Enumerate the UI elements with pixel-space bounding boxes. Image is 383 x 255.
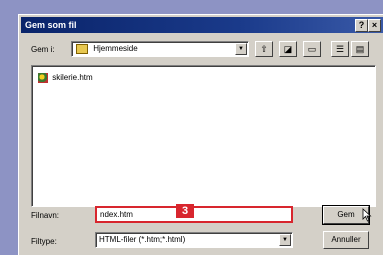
folder-icon <box>76 43 88 54</box>
filename-input[interactable]: ndex.htm <box>95 206 293 223</box>
save-in-dropdown[interactable]: Hjemmeside ▼ <box>71 41 249 57</box>
desktop-button[interactable]: ◪ <box>279 41 297 57</box>
dialog-titlebar: Gem som fil ? × <box>21 17 383 33</box>
up-one-level-button[interactable]: ⇧ <box>255 41 273 57</box>
mouse-pointer-icon <box>362 208 372 222</box>
close-button[interactable]: × <box>368 19 381 32</box>
step-number-badge: 3 <box>176 204 194 218</box>
up-folder-icon: ⇧ <box>260 44 268 54</box>
filetype-dropdown[interactable]: HTML-filer (*.htm;*.html) ▼ <box>95 232 293 248</box>
chevron-down-icon[interactable]: ▼ <box>235 43 247 55</box>
help-button[interactable]: ? <box>355 19 368 32</box>
details-view-icon: ▤ <box>355 44 365 54</box>
dialog-title: Gem som fil <box>25 20 77 30</box>
chevron-down-icon[interactable]: ▼ <box>279 234 291 246</box>
cancel-button-label: Annuller <box>331 235 361 244</box>
desktop-icon: ◪ <box>283 44 293 54</box>
filename-label: Filnavn: <box>31 211 60 220</box>
list-view-icon: ☰ <box>335 44 345 54</box>
details-view-button[interactable]: ▤ <box>351 41 369 57</box>
html-file-icon <box>38 72 48 83</box>
filetype-label: Filtype: <box>31 237 57 246</box>
list-item[interactable]: skilerie.htm <box>38 72 93 84</box>
save-in-label: Gem i: <box>31 45 55 54</box>
list-view-button[interactable]: ☰ <box>331 41 349 57</box>
save-dialog: Gem som fil ? × Gem i: Hjemmeside ▼ ⇧ ◪ … <box>18 14 383 255</box>
filename-value: ndex.htm <box>100 210 133 219</box>
cancel-button[interactable]: Annuller <box>323 231 369 249</box>
new-folder-button[interactable]: ▭ <box>303 41 321 57</box>
save-button-label: Gem <box>337 210 355 219</box>
file-name: skilerie.htm <box>52 73 93 82</box>
file-list[interactable]: skilerie.htm <box>31 65 376 207</box>
filetype-value: HTML-filer (*.htm;*.html) <box>99 235 186 244</box>
new-folder-icon: ▭ <box>307 44 317 54</box>
save-in-value: Hjemmeside <box>93 44 138 53</box>
